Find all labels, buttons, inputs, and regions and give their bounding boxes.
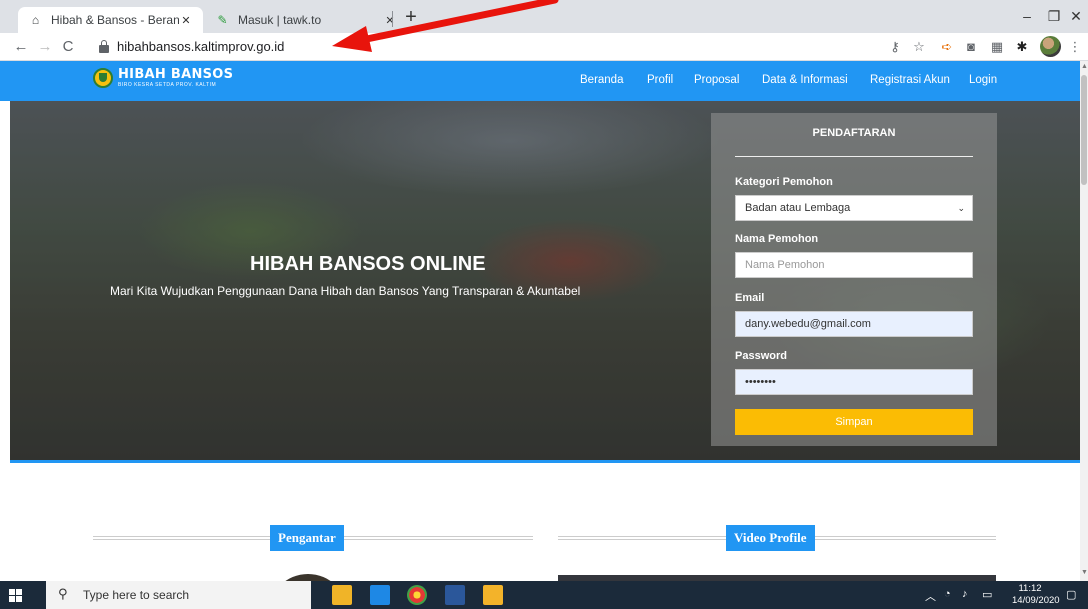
category-label: Kategori Pemohon [735,176,833,188]
section-title-pengantar: Pengantar [270,525,344,551]
page-scrollbar[interactable]: ▲ ▼ [1080,61,1088,581]
wifi-icon[interactable]: ◔ [944,588,951,600]
nav-proposal[interactable]: Proposal [694,74,739,86]
notification-icon[interactable]: ▢ [1066,588,1076,601]
chrome-icon[interactable] [407,585,427,605]
extension-arrow-icon[interactable]: ➪ [936,37,958,57]
hero-subtitle: Mari Kita Wujudkan Penggunaan Dana Hibah… [110,284,581,298]
section-title-video-profile: Video Profile [726,525,815,551]
volume-icon[interactable]: ♪ [962,588,968,600]
reload-button[interactable]: C [57,36,79,58]
windows-start-icon[interactable] [9,589,22,602]
more-menu-icon[interactable]: ⋮ [1064,37,1086,57]
email-input[interactable]: dany.webedu@gmail.com [735,311,973,337]
form-title: PENDAFTARAN [812,127,896,139]
close-icon[interactable]: ✕ [179,14,193,27]
browser-toolbar: ← → C hibahbansos.kaltimprov.go.id ⚷ ☆ ➪… [0,33,1088,61]
brand-name: HIBAH BANSOS [118,67,234,82]
back-button[interactable]: ← [10,36,32,58]
puzzle-icon[interactable]: ✱ [1011,37,1033,57]
emblem-icon [93,68,113,88]
hero-title: HIBAH BANSOS ONLINE [250,253,486,275]
scroll-up-icon[interactable]: ▲ [1081,63,1088,70]
web-page: HIBAH BANSOS BIRO KESRA SETDA PROV. KALT… [0,61,1080,581]
nav-login[interactable]: Login [969,74,997,86]
nav-profil[interactable]: Profil [647,74,673,86]
tab-title: Hibah & Bansos - Beranda - Indo [51,13,179,27]
word-icon[interactable] [445,585,465,605]
system-clock[interactable]: 11:12 14/09/2020 [1012,583,1060,607]
file-explorer-icon[interactable] [332,585,352,605]
name-label: Nama Pemohon [735,233,819,245]
avatar [268,574,348,581]
tab-title: Masuk | tawk.to [238,13,322,27]
translate-icon[interactable]: ▦ [986,37,1008,57]
tab-strip: ⌂ Hibah & Bansos - Beranda - Indo ✕ ✎ Ma… [0,0,1088,33]
form-divider [735,156,973,157]
windows-taskbar: ⚲ Type here to search ︿ ◔ ♪ ▭ 11:12 14/0… [0,581,1088,609]
scrollbar-thumb[interactable] [1081,75,1087,185]
lock-icon [99,40,109,53]
scroll-down-icon[interactable]: ▼ [1081,569,1088,576]
star-icon[interactable]: ☆ [908,37,930,57]
nav-beranda[interactable]: Beranda [580,74,623,86]
password-input[interactable]: •••••••• [735,369,973,395]
tab-separator [392,11,393,27]
key-icon[interactable]: ⚷ [884,37,906,57]
close-window-button[interactable]: ✕ [1058,0,1088,33]
taskbar-search[interactable]: ⚲ Type here to search [46,581,311,609]
tab-tawkto[interactable]: ✎ Masuk | tawk.to ✕ [205,7,407,33]
category-select[interactable]: Badan atau Lembaga ⌄ [735,195,973,221]
submit-button[interactable]: Simpan [735,409,973,435]
nav-registrasi-akun[interactable]: Registrasi Akun [870,74,950,86]
site-navbar: HIBAH BANSOS BIRO KESRA SETDA PROV. KALT… [0,61,1080,101]
nav-data-informasi[interactable]: Data & Informasi [762,74,848,86]
search-icon: ⚲ [58,586,68,601]
email-label: Email [735,292,765,304]
clock-time: 11:12 [1018,583,1042,594]
new-tab-button[interactable]: + [399,5,423,29]
name-input[interactable]: Nama Pemohon [735,252,973,278]
battery-icon[interactable]: ▭ [982,588,992,601]
category-value: Badan atau Lembaga [745,202,851,214]
mail-icon[interactable] [370,585,390,605]
profile-avatar[interactable] [1040,36,1061,57]
hero-divider [10,460,1080,463]
close-icon[interactable]: ✕ [383,14,397,27]
brand-subtitle: BIRO KESRA SETDA PROV. KALTIM [118,82,217,88]
tab-hibah-bansos[interactable]: ⌂ Hibah & Bansos - Beranda - Indo ✕ [18,7,203,33]
search-placeholder: Type here to search [83,588,190,602]
browser-window: ⌂ Hibah & Bansos - Beranda - Indo ✕ ✎ Ma… [0,0,1088,609]
house-icon: ⌂ [31,13,40,27]
tawkto-icon: ✎ [217,13,228,27]
chevron-down-icon: ⌄ [957,203,965,213]
camera-icon[interactable]: ◙ [960,37,982,57]
registration-form: PENDAFTARAN Kategori Pemohon Badan atau … [711,113,997,446]
clock-date: 14/09/2020 [1012,595,1060,606]
password-label: Password [735,350,787,362]
tray-chevron-icon[interactable]: ︿ [925,588,936,604]
address-bar[interactable]: hibahbansos.kaltimprov.go.id [117,39,284,54]
forward-button[interactable]: → [34,36,56,58]
site-logo[interactable]: HIBAH BANSOS BIRO KESRA SETDA PROV. KALT… [93,68,233,88]
store-icon[interactable] [483,585,503,605]
